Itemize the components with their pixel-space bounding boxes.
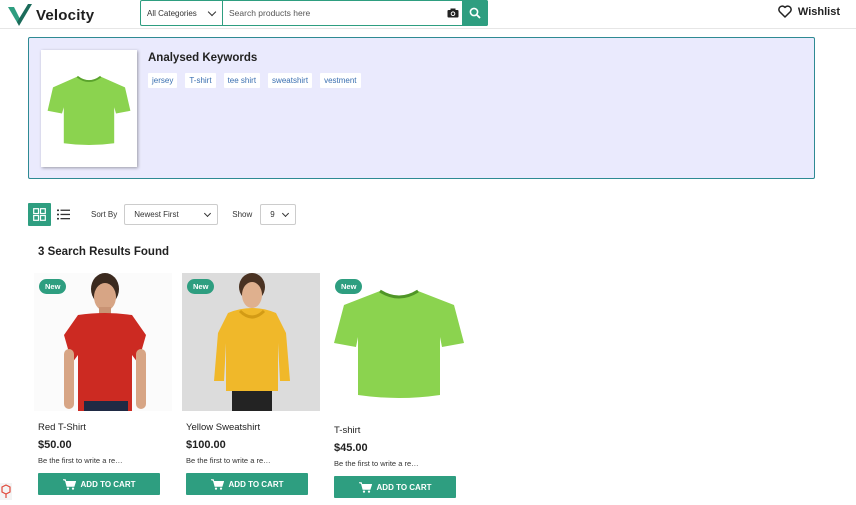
velocity-logo-icon xyxy=(8,4,32,26)
list-icon xyxy=(57,209,70,220)
keyword-tag[interactable]: jersey xyxy=(148,73,178,88)
keyword-tag[interactable]: vestment xyxy=(320,73,361,88)
new-badge: New xyxy=(335,279,363,294)
show-count-value: 9 xyxy=(270,210,275,219)
add-to-cart-label: ADD TO CART xyxy=(376,482,432,492)
framework-logo-icon xyxy=(0,483,12,500)
grid-icon xyxy=(33,208,46,221)
search-input[interactable] xyxy=(223,1,444,25)
review-prompt[interactable]: Be the first to write a re… xyxy=(186,456,320,465)
analysed-keywords-panel: Analysed Keywords jersey T-shirt tee shi… xyxy=(28,37,815,179)
chevron-down-icon xyxy=(204,209,212,217)
list-view-button[interactable] xyxy=(52,203,75,226)
logo[interactable]: Velocity xyxy=(8,4,94,26)
sort-select[interactable]: Newest First xyxy=(124,204,219,225)
category-select[interactable]: All Categories xyxy=(141,1,223,25)
product-name[interactable]: T-shirt xyxy=(334,425,468,436)
uploaded-image xyxy=(41,50,137,167)
product-card[interactable]: New Yellow Sweatshirt $100.00 Be the fir… xyxy=(182,273,320,495)
chevron-down-icon xyxy=(282,209,290,217)
site-header: Velocity All Categories Wishlist xyxy=(0,0,856,29)
search-bar: All Categories xyxy=(140,0,488,26)
add-to-cart-label: ADD TO CART xyxy=(80,479,136,489)
analysed-keywords-title: Analysed Keywords xyxy=(148,52,258,64)
add-to-cart-button[interactable]: ADD TO CART xyxy=(38,473,160,495)
cart-icon xyxy=(358,481,372,493)
product-card[interactable]: New T-shirt $45.00 Be the first to write… xyxy=(330,273,468,498)
results-count: 3 Search Results Found xyxy=(38,246,170,258)
wishlist-link[interactable]: Wishlist xyxy=(778,5,840,18)
show-label: Show xyxy=(232,210,253,219)
category-select-label: All Categories xyxy=(147,8,197,18)
show-count-select[interactable]: 9 xyxy=(260,204,297,225)
product-price: $50.00 xyxy=(38,439,72,451)
heart-icon xyxy=(778,5,792,18)
product-image[interactable]: New xyxy=(182,273,320,411)
cart-icon xyxy=(210,478,224,490)
chevron-down-icon xyxy=(207,7,217,16)
sort-select-value: Newest First xyxy=(134,210,179,219)
add-to-cart-button[interactable]: ADD TO CART xyxy=(334,476,456,498)
wishlist-label: Wishlist xyxy=(797,5,840,18)
product-name[interactable]: Red T-Shirt xyxy=(38,422,172,433)
review-prompt[interactable]: Be the first to write a re… xyxy=(38,456,172,465)
search-icon xyxy=(469,7,481,19)
new-badge: New xyxy=(39,279,67,294)
grid-view-button[interactable] xyxy=(28,203,51,226)
keyword-tag[interactable]: T-shirt xyxy=(185,73,216,88)
review-prompt[interactable]: Be the first to write a re… xyxy=(334,459,468,468)
product-price: $45.00 xyxy=(334,442,368,454)
cart-icon xyxy=(62,478,76,490)
keyword-tag[interactable]: tee shirt xyxy=(223,73,261,88)
product-card[interactable]: New Red T-Shirt $50.00 Be the first to w… xyxy=(34,273,172,495)
keyword-list: jersey T-shirt tee shirt sweatshirt vest… xyxy=(148,73,361,88)
camera-icon[interactable] xyxy=(444,1,462,25)
sort-by-label: Sort By xyxy=(91,210,118,219)
green-tshirt-image xyxy=(330,273,468,414)
brand-name: Velocity xyxy=(36,6,95,24)
search-button[interactable] xyxy=(462,0,488,26)
green-tshirt-image xyxy=(47,75,131,145)
product-price: $100.00 xyxy=(186,439,226,451)
add-to-cart-label: ADD TO CART xyxy=(228,479,284,489)
product-image[interactable]: New xyxy=(330,273,468,414)
new-badge: New xyxy=(187,279,215,294)
results-toolbar: Sort By Newest First Show 9 xyxy=(28,203,297,226)
product-image[interactable]: New xyxy=(34,273,172,411)
add-to-cart-button[interactable]: ADD TO CART xyxy=(186,473,308,495)
keyword-tag[interactable]: sweatshirt xyxy=(268,73,313,88)
product-name[interactable]: Yellow Sweatshirt xyxy=(186,422,320,433)
